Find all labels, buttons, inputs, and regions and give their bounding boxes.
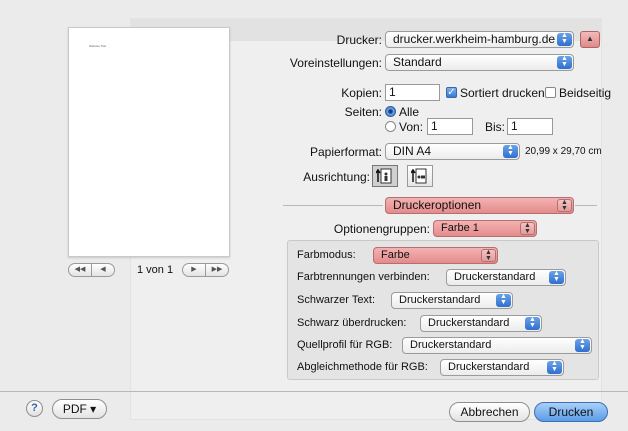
- paper-label: Papierformat:: [309, 145, 382, 159]
- pages-from-label: Von:: [399, 120, 424, 134]
- copies-label: Kopien:: [341, 86, 382, 100]
- black-overprint-select[interactable]: Druckerstandard ▲ ▼: [420, 315, 542, 332]
- option-label: Abgleichmethode für RGB:: [297, 361, 428, 373]
- next-page-button[interactable]: ▶: [182, 263, 206, 277]
- page-count: 1 von 1: [137, 264, 174, 276]
- rgb-matching-stepper-icon: ▲ ▼: [547, 360, 562, 374]
- option-label: Quellprofil für RGB:: [297, 339, 393, 351]
- portrait-button[interactable]: [372, 165, 398, 187]
- pages-to-field[interactable]: 1: [507, 118, 553, 135]
- presets-select[interactable]: Standard ▲ ▼: [385, 54, 574, 71]
- color-mode-value: Farbe: [381, 249, 410, 261]
- section-divider-left: [283, 205, 383, 206]
- option-groups-select[interactable]: Farbe 1 ▲ ▼: [433, 220, 537, 237]
- color-mode-stepper-icon: ▲ ▼: [481, 249, 496, 262]
- rgb-matching-value: Druckerstandard: [448, 361, 530, 373]
- presets-label: Voreinstellungen:: [289, 56, 382, 70]
- presets-stepper-icon: ▲ ▼: [557, 55, 572, 69]
- copies-field[interactable]: 1: [385, 84, 440, 101]
- pages-all-radio[interactable]: [385, 106, 396, 117]
- black-overprint-value: Druckerstandard: [428, 317, 510, 329]
- cancel-button[interactable]: Abbrechen: [449, 402, 530, 422]
- pages-from-value: 1: [431, 119, 438, 133]
- printer-select[interactable]: drucker.werkheim-hamburg.de ▲ ▼: [385, 31, 574, 48]
- black-text-value: Druckerstandard: [399, 294, 481, 306]
- paper-select[interactable]: DIN A4 ▲ ▼: [385, 143, 520, 160]
- pages-range-radio[interactable]: [385, 121, 396, 132]
- option-label: Farbmodus:: [297, 249, 356, 261]
- duplex-label: Beidseitig: [559, 86, 612, 100]
- black-text-select[interactable]: Druckerstandard ▲ ▼: [391, 292, 513, 309]
- orientation-label: Ausrichtung:: [303, 170, 370, 184]
- pages-from-field[interactable]: 1: [427, 118, 473, 135]
- printer-label: Drucker:: [336, 33, 382, 47]
- landscape-button[interactable]: [407, 165, 433, 187]
- preview-forward-controls: ▶ ▶▶: [182, 263, 229, 277]
- paper-size: 20,99 x 29,70 cm: [525, 146, 602, 157]
- printer-value: drucker.werkheim-hamburg.de: [393, 32, 556, 46]
- help-button[interactable]: ?: [26, 400, 43, 417]
- pdf-label: PDF ▾: [62, 402, 97, 416]
- last-page-button[interactable]: ▶▶: [206, 263, 229, 277]
- option-groups-value: Farbe 1: [441, 222, 479, 234]
- print-dialog: Website Titel ◀◀ ◀ 1 von 1 ▶ ▶▶ Drucker:…: [0, 0, 628, 431]
- landscape-icon: [411, 168, 427, 184]
- preview-page-text: Website Titel: [89, 44, 107, 48]
- black-text-stepper-icon: ▲ ▼: [496, 293, 511, 307]
- pages-to-label: Bis:: [485, 120, 506, 134]
- pages-to-value: 1: [511, 119, 518, 133]
- footer-divider: [0, 391, 628, 392]
- rgb-profile-stepper-icon: ▲ ▼: [575, 338, 590, 352]
- section-value: Druckeroptionen: [393, 198, 482, 212]
- help-icon: ?: [31, 402, 38, 414]
- rgb-profile-value: Druckerstandard: [410, 339, 492, 351]
- print-button[interactable]: Drucken: [534, 402, 608, 422]
- rgb-matching-select[interactable]: Druckerstandard ▲ ▼: [440, 359, 564, 376]
- paper-stepper-icon: ▲ ▼: [503, 144, 518, 158]
- pages-all-label: Alle: [399, 105, 420, 119]
- black-overprint-stepper-icon: ▲ ▼: [525, 316, 540, 330]
- section-stepper-icon: ▲ ▼: [557, 199, 572, 212]
- copies-value: 1: [389, 85, 396, 99]
- option-label: Schwarzer Text:: [297, 294, 376, 306]
- print-label: Drucken: [548, 405, 594, 419]
- pages-label: Seiten:: [344, 105, 382, 119]
- color-mode-select[interactable]: Farbe ▲ ▼: [373, 247, 498, 264]
- page-preview: Website Titel: [68, 27, 230, 257]
- pdf-button[interactable]: PDF ▾: [52, 399, 107, 419]
- collate-label: Sortiert drucken: [460, 86, 545, 100]
- disclosure-button[interactable]: ▲: [580, 31, 600, 48]
- option-label: Schwarz überdrucken:: [297, 317, 407, 329]
- cancel-label: Abbrechen: [460, 405, 519, 419]
- option-groups-stepper-icon: ▲ ▼: [520, 222, 535, 235]
- printer-stepper-icon: ▲ ▼: [557, 32, 572, 46]
- presets-value: Standard: [393, 55, 442, 69]
- section-select[interactable]: Druckeroptionen ▲ ▼: [385, 197, 574, 214]
- collate-checkbox[interactable]: ✓: [446, 87, 457, 98]
- option-label: Farbtrennungen verbinden:: [297, 271, 430, 283]
- paper-value: DIN A4: [393, 144, 432, 158]
- color-separation-value: Druckerstandard: [454, 271, 536, 283]
- color-separation-select[interactable]: Druckerstandard ▲ ▼: [446, 269, 566, 286]
- first-page-button[interactable]: ◀◀: [68, 263, 92, 277]
- preview-back-controls: ◀◀ ◀: [68, 263, 115, 277]
- section-divider-right: [575, 205, 597, 206]
- duplex-checkbox[interactable]: [545, 87, 556, 98]
- portrait-icon: [376, 168, 392, 184]
- previous-page-button[interactable]: ◀: [92, 263, 115, 277]
- option-groups-label: Optionengruppen:: [333, 222, 430, 236]
- rgb-profile-select[interactable]: Druckerstandard ▲ ▼: [402, 337, 592, 354]
- color-separation-stepper-icon: ▲ ▼: [549, 270, 564, 284]
